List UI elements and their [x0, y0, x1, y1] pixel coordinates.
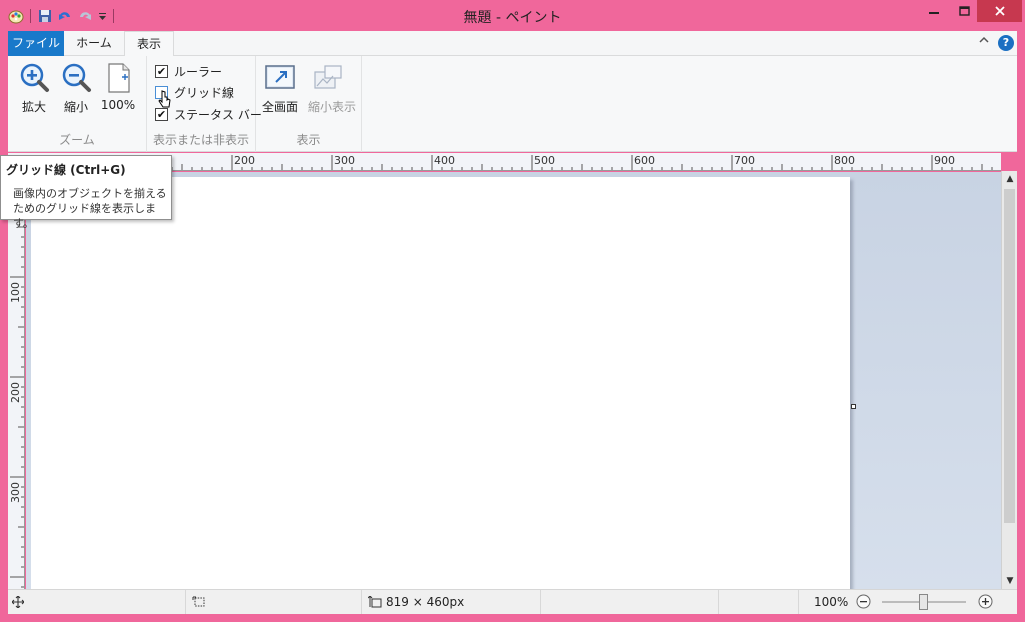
window-title: 無題 - ペイント	[463, 10, 562, 26]
minimize-button[interactable]	[917, 0, 951, 22]
help-button[interactable]: ?	[998, 35, 1014, 51]
zoom-out-icon	[60, 62, 92, 94]
vruler-label: 200	[9, 382, 22, 403]
zoom-slider-thumb[interactable]	[919, 594, 928, 610]
hruler-label: 300	[334, 154, 355, 167]
close-icon	[994, 6, 1005, 16]
scroll-up-arrow-icon[interactable]: ▲	[1002, 171, 1018, 187]
zoom-out-button[interactable]: 縮小	[56, 60, 96, 116]
canvas-size-cell: 819 × 460px	[362, 590, 541, 614]
zoom-in-button[interactable]: 拡大	[14, 60, 54, 116]
tab-view[interactable]: 表示	[124, 31, 174, 57]
tab-home[interactable]: ホーム	[64, 31, 124, 56]
tab-file[interactable]: ファイル	[8, 31, 64, 56]
zoom-out-label: 縮小	[63, 100, 88, 114]
file-size-cell	[541, 590, 719, 614]
close-button[interactable]	[977, 0, 1022, 22]
zoom-in-small-button[interactable]	[978, 594, 993, 609]
hruler-label: 400	[434, 154, 455, 167]
zoom-level-text: 100%	[814, 595, 849, 609]
canvas-workspace	[26, 172, 1001, 589]
scroll-down-arrow-icon[interactable]: ▼	[1002, 573, 1018, 589]
move-cursor-icon	[12, 596, 24, 608]
canvas-size-text: 819 × 460px	[386, 595, 465, 609]
hruler-label: 700	[734, 154, 755, 167]
gridlines-checkbox-label: グリッド線	[174, 85, 235, 100]
display-group: 全画面 縮小表示 表示	[256, 56, 362, 152]
fullscreen-icon	[264, 62, 296, 94]
minus-circle-icon	[856, 594, 871, 609]
tooltip-description: 画像内のオブジェクトを揃えるためのグリッド線を表示します。	[13, 187, 167, 230]
hruler-label: 200	[234, 154, 255, 167]
zoom-out-small-button[interactable]	[856, 594, 871, 609]
thumbnail-button[interactable]: 縮小表示	[308, 60, 357, 116]
fullscreen-label: 全画面	[261, 100, 298, 114]
ruler-checkbox-label: ルーラー	[174, 64, 223, 79]
paint-window: 無題 - ペイント ファイル ホーム 表示 ? 拡大 縮小 100% ズーム ✔…	[0, 0, 1025, 622]
ruler-checkbox-row[interactable]: ✔ ルーラー	[155, 61, 222, 81]
hruler-label: 600	[634, 154, 655, 167]
zoom-in-label: 拡大	[21, 100, 46, 114]
zoom-group-label: ズーム	[59, 133, 95, 147]
thumbnail-label: 縮小表示	[308, 100, 357, 114]
hruler-label: 500	[534, 154, 555, 167]
maximize-button[interactable]	[951, 0, 977, 22]
statusbar-checkbox-label: ステータス バー	[174, 107, 262, 122]
ruler-checkbox[interactable]: ✔	[155, 64, 168, 78]
zoom-100-label: 100%	[100, 98, 136, 112]
status-bar: 819 × 460px 100%	[8, 589, 1017, 614]
title-bar[interactable]: 無題 - ペイント	[0, 0, 1025, 31]
vertical-scrollbar[interactable]: ▲ ▼	[1001, 171, 1017, 589]
vertical-ruler: 100 200 300	[8, 171, 25, 589]
status-spacer-cell	[719, 590, 799, 614]
cursor-position-cell	[8, 590, 186, 614]
gridlines-tooltip: グリッド線 (Ctrl+G) 画像内のオブジェクトを揃えるためのグリッド線を表示…	[0, 155, 172, 230]
fullscreen-button[interactable]: 全画面	[260, 60, 300, 116]
chevron-up-icon	[979, 36, 989, 43]
display-group-label: 表示	[296, 133, 321, 147]
page-actual-size-icon	[102, 62, 134, 94]
zoom-in-icon	[18, 62, 50, 94]
plus-circle-icon	[978, 594, 993, 609]
hruler-label: 800	[834, 154, 855, 167]
canvas-resize-handle[interactable]	[851, 404, 856, 409]
collapse-ribbon-button[interactable]	[976, 35, 992, 51]
thumbnail-icon	[312, 62, 344, 94]
vertical-ruler-ticks	[10, 176, 24, 588]
zoom-100-button[interactable]: 100%	[98, 60, 138, 116]
scrollbar-thumb[interactable]	[1004, 189, 1015, 523]
mouse-pointer-icon	[158, 90, 172, 110]
selection-icon	[192, 596, 205, 607]
selection-size-cell	[186, 590, 362, 614]
vruler-label: 300	[9, 482, 22, 503]
vruler-label: 100	[9, 282, 22, 303]
zoom-group: 拡大 縮小 100% ズーム	[8, 56, 147, 152]
tooltip-title: グリッド線 (Ctrl+G)	[6, 163, 126, 177]
canvas-size-icon	[368, 596, 382, 608]
hruler-label: 900	[934, 154, 955, 167]
show-hide-group-label: 表示または非表示	[152, 133, 249, 147]
drawing-canvas[interactable]	[31, 177, 850, 589]
ribbon-tab-bar: ファイル ホーム 表示 ?	[8, 31, 1017, 57]
